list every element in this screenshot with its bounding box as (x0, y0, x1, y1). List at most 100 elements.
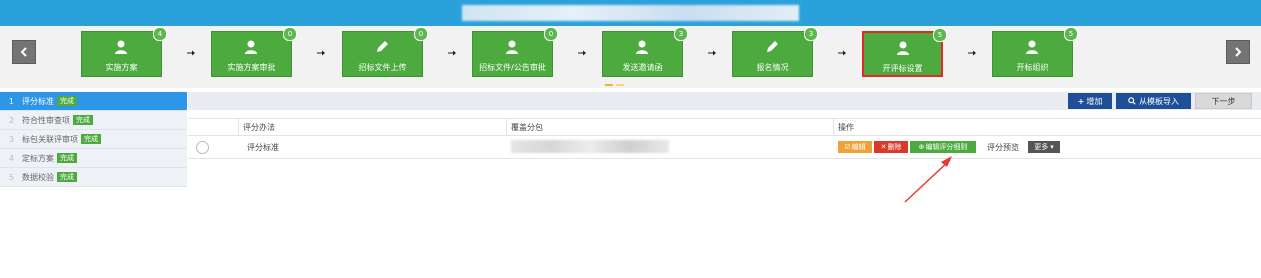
step-count-badge: 3 (674, 27, 688, 41)
status-badge: 完成 (81, 134, 101, 144)
header-label: 覆盖分包 (511, 122, 543, 132)
arrow-right-icon (968, 50, 976, 56)
user-icon (895, 40, 911, 56)
blurred-title (462, 5, 799, 21)
workflow-step[interactable]: 招标文件上传 0 (342, 27, 428, 77)
step-label: 招标文件上传 (358, 63, 407, 72)
row-select-radio[interactable] (196, 141, 209, 154)
workflow-step[interactable]: 开标组织 5 (992, 27, 1078, 77)
menu-item-scoring-standard[interactable]: 1 评分标准 完成 (0, 92, 187, 111)
table-row: 评分标准 ☑ 编辑 ✕ 删除 ⊕ 编辑评分细则 评分预览 更多 ▾ (188, 136, 1261, 159)
annotation-arrow-icon (904, 156, 952, 203)
menu-item-number: 5 (8, 172, 14, 182)
menu-item-label: 符合性审查项 (22, 115, 70, 125)
menu-item-compliance-review[interactable]: 2 符合性审查项 完成 (0, 111, 187, 130)
table-toolbar: + 增加 从模板导入 下一步 (188, 92, 1261, 110)
scoring-method-table: 评分办法 覆盖分包 操作 评分标准 ☑ 编辑 ✕ 删除 ⊕ 编辑评分细则 评分预览 更… (188, 118, 1261, 159)
menu-item-data-validation[interactable]: 5 数据校验 完成 (0, 168, 187, 187)
user-icon (634, 39, 650, 55)
step-label: 报名情况 (756, 63, 789, 72)
top-header-bar (0, 0, 1261, 26)
workflow-step[interactable]: 报名情况 3 (732, 27, 818, 77)
menu-item-number: 2 (8, 115, 14, 125)
edit-button[interactable]: ☑ 编辑 (838, 141, 872, 153)
step-label: 发送邀请函 (622, 63, 663, 72)
step-count-badge: 0 (283, 27, 297, 41)
step-label: 开标组织 (1016, 63, 1049, 72)
pencil-icon (764, 39, 780, 55)
menu-item-number: 3 (8, 134, 14, 144)
workflow-step[interactable]: 发送邀请函 3 (602, 27, 688, 77)
import-button-label: 从模板导入 (1139, 96, 1179, 106)
step-label: 招标文件/公告审批 (479, 63, 546, 72)
close-icon: ✕ (880, 143, 887, 151)
step-count-badge: 4 (153, 27, 167, 41)
step-label: 开评标设置 (882, 64, 923, 73)
header-covered-packages: 覆盖分包 (506, 119, 833, 135)
menu-item-number: 4 (8, 153, 14, 163)
step-count-badge: 3 (804, 27, 818, 41)
step-label: 实施方案 (105, 63, 138, 72)
workflow-step-bar: 实施方案 4 实施方案审批 0 招标文件上传 0 招标文件/公告审批 0 发送邀请函 3 报名情况 3… (0, 26, 1261, 88)
next-button-label: 下一步 (1211, 96, 1236, 106)
header-actions: 操作 (833, 119, 1258, 135)
workflow-step[interactable]: 实施方案 4 (81, 27, 167, 77)
arrow-right-icon (838, 50, 846, 56)
import-from-template-button[interactable]: 从模板导入 (1116, 93, 1191, 109)
more-dropdown[interactable]: 更多 ▾ (1028, 141, 1060, 153)
next-step-button[interactable]: 下一步 (1195, 93, 1252, 109)
edit-icon: ☑ (844, 143, 851, 151)
plus-icon: + (1077, 96, 1085, 106)
header-label: 评分办法 (243, 122, 275, 132)
step-count-badge: 0 (414, 27, 428, 41)
menu-item-label: 标包关联评审项 (22, 134, 78, 144)
menu-item-label: 定标方案 (22, 153, 54, 163)
search-icon (1128, 97, 1136, 105)
scoring-preview-link[interactable]: 评分预览 (987, 142, 1019, 153)
step-count-badge: 5 (933, 28, 947, 42)
workflow-step[interactable]: 招标文件/公告审批 0 (472, 27, 558, 77)
user-icon (113, 39, 129, 55)
workflow-step[interactable]: 实施方案审批 0 (211, 27, 297, 77)
arrow-right-icon (448, 50, 456, 56)
row-scoring-method: 评分标准 (247, 136, 279, 158)
menu-item-package-review-items[interactable]: 3 标包关联评审项 完成 (0, 130, 187, 149)
step-count-badge: 0 (544, 27, 558, 41)
status-badge: 完成 (57, 172, 77, 182)
status-badge: 完成 (57, 153, 77, 163)
arrow-right-icon (317, 50, 325, 56)
chevron-left-icon (20, 47, 27, 57)
blurred-package-list (511, 140, 669, 153)
status-badge: 完成 (73, 115, 93, 125)
header-scoring-method: 评分办法 (238, 119, 511, 135)
header-label: 操作 (838, 122, 854, 132)
status-badge: 完成 (57, 96, 77, 106)
step-page-indicator (605, 79, 627, 86)
user-icon (243, 39, 259, 55)
header-select (188, 119, 242, 135)
arrow-right-icon (187, 50, 195, 56)
edit-label: 编辑 (851, 143, 866, 151)
menu-item-label: 数据校验 (22, 172, 54, 182)
user-icon (504, 39, 520, 55)
chevron-down-icon: ▾ (1050, 143, 1054, 151)
arrow-right-icon (708, 50, 716, 56)
cell-text: 评分标准 (247, 142, 279, 152)
table-header: 评分办法 覆盖分包 操作 (188, 118, 1261, 136)
add-button-label: 增加 (1086, 96, 1103, 106)
menu-item-label: 评分标准 (22, 96, 54, 106)
step-label: 实施方案审批 (227, 63, 276, 72)
left-step-menu: 1 评分标准 完成 2 符合性审查项 完成 3 标包关联评审项 完成 4 定标方… (0, 92, 187, 187)
user-icon (1024, 39, 1040, 55)
chevron-right-icon (1235, 47, 1242, 57)
step-count-badge: 5 (1064, 27, 1078, 41)
next-steps-button[interactable] (1226, 40, 1250, 64)
arrow-right-icon (578, 50, 586, 56)
previous-steps-button[interactable] (12, 40, 36, 64)
more-label: 更多 (1034, 143, 1049, 151)
add-button[interactable]: + 增加 (1068, 93, 1112, 109)
menu-item-award-plan[interactable]: 4 定标方案 完成 (0, 149, 187, 168)
pencil-icon (374, 39, 390, 55)
workflow-step[interactable]: 开评标设置 5 (862, 28, 947, 77)
menu-item-number: 1 (8, 96, 14, 106)
